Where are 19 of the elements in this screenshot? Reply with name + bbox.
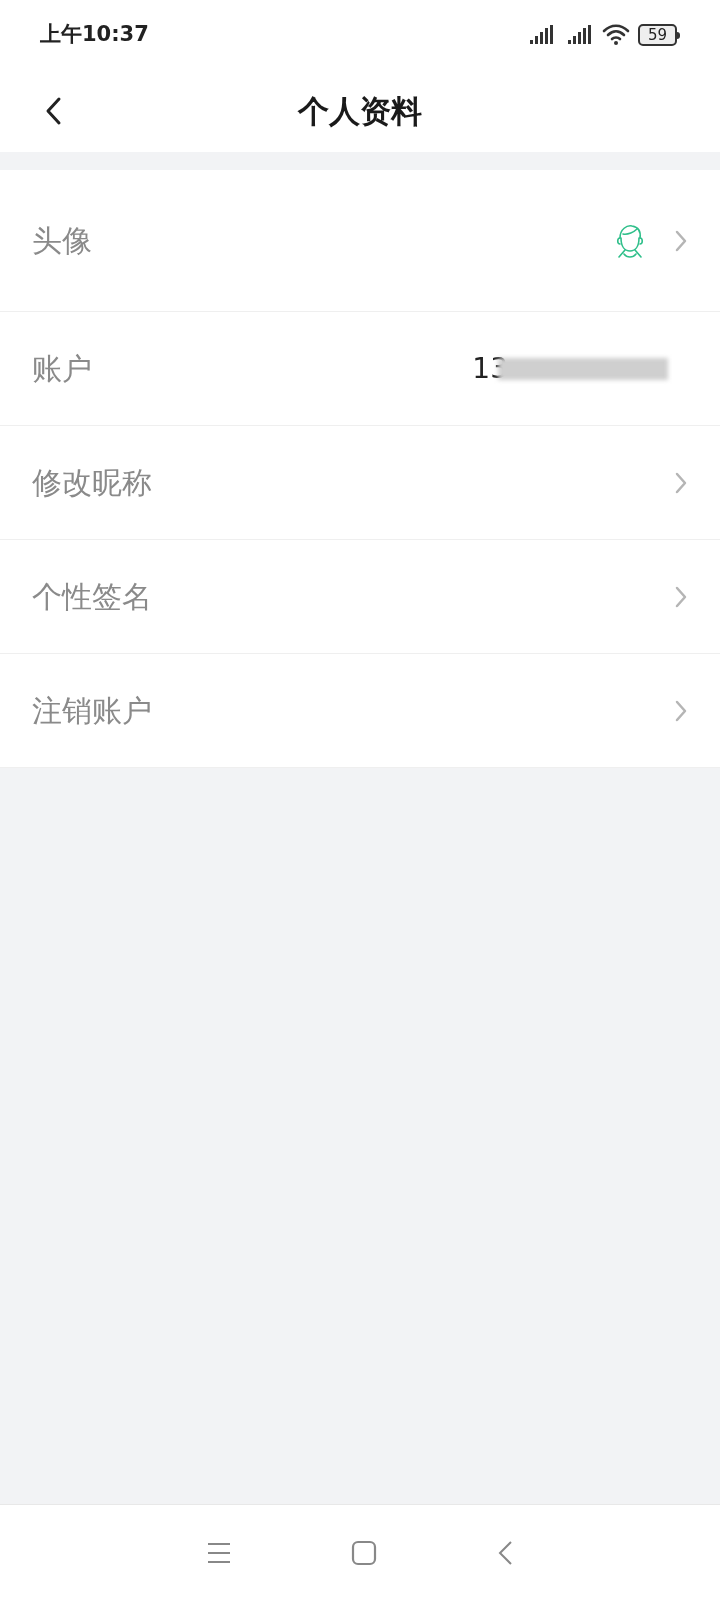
row-label: 头像 (32, 222, 92, 260)
home-icon[interactable] (351, 1539, 377, 1566)
row-label: 修改昵称 (32, 464, 152, 502)
settings-row[interactable]: 注销账户 (0, 654, 720, 768)
chevron-right-icon (674, 228, 688, 253)
page-title: 个人资料 (298, 91, 422, 131)
chevron-right-icon (674, 470, 688, 495)
chevron-right-icon (674, 698, 688, 723)
row-label: 账户 (32, 350, 92, 388)
chevron-right-icon (674, 584, 688, 609)
settings-row[interactable]: 头像 (0, 170, 720, 312)
row-label: 注销账户 (32, 692, 152, 730)
menu-icon[interactable] (207, 1541, 231, 1564)
wifi-icon (601, 24, 630, 46)
status-time: 上午10:37 (40, 21, 149, 49)
settings-row[interactable]: 修改昵称 (0, 426, 720, 540)
battery-level: 59 (637, 24, 677, 46)
row-label: 个性签名 (32, 578, 152, 616)
settings-row[interactable]: 个性签名 (0, 540, 720, 654)
